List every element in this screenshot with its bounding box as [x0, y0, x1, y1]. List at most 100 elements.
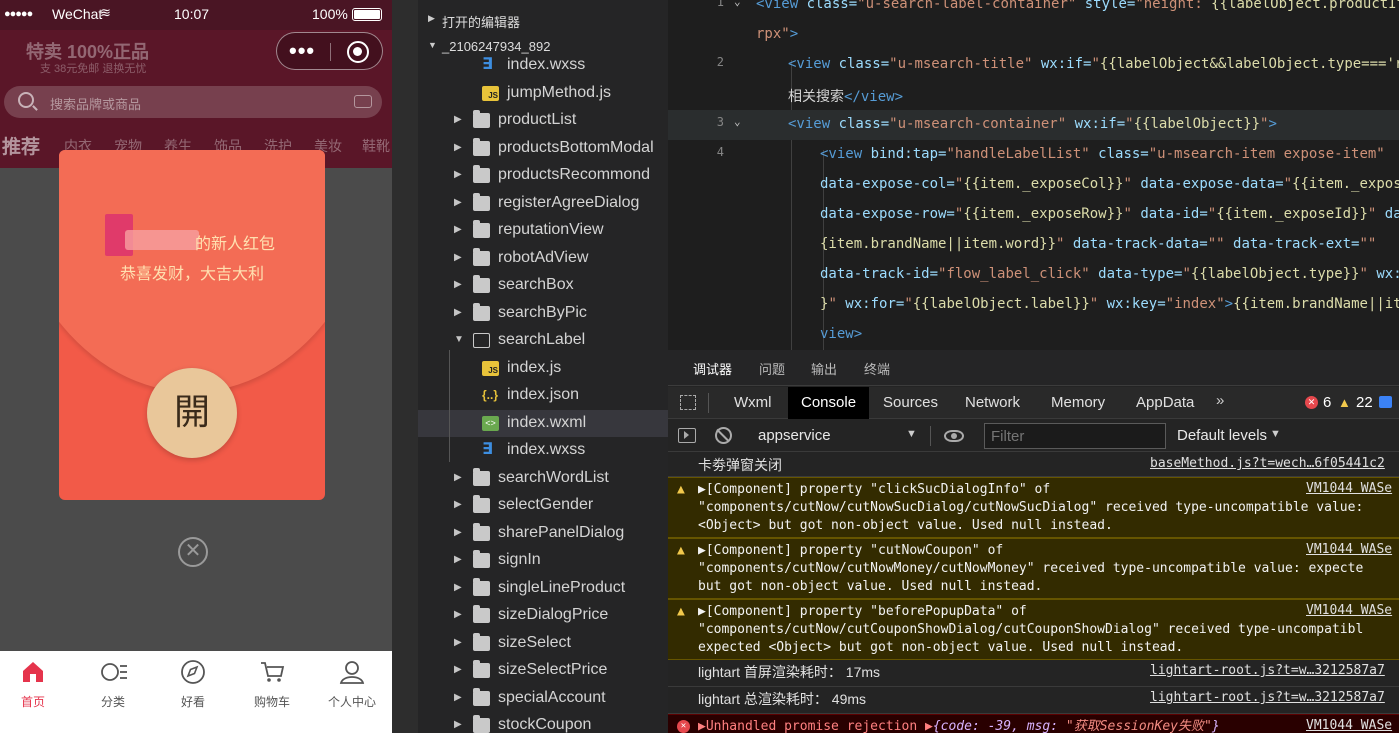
tree-folder[interactable]: ▶ sizeSelectPrice	[418, 657, 668, 685]
error-count[interactable]: 6	[1323, 394, 1331, 411]
camera-icon[interactable]	[354, 95, 372, 108]
console-message-warn[interactable]: ▲ ▶[Component] property "clickSucDialogIn…	[668, 477, 1399, 538]
tree-folder[interactable]: ▶ productsBottomModal	[418, 135, 668, 163]
tree-folder[interactable]: ▶ registerAgreeDialog	[418, 190, 668, 218]
miniprogram-capsule: •••	[276, 32, 383, 70]
code-line[interactable]: data-track-id="flow_label_click" data-ty…	[668, 260, 1399, 290]
source-link[interactable]: VM1044 WASe	[1306, 718, 1392, 733]
console-message-error[interactable]: ✕ ▶Unhandled promise rejection ▶{code: -3…	[668, 714, 1399, 733]
tree-folder[interactable]: ▼ searchLabel	[418, 327, 668, 355]
tab-console[interactable]: Console	[788, 387, 870, 419]
tab-memory[interactable]: Memory	[1038, 387, 1118, 419]
source-link[interactable]: VM1044 WASe	[1306, 481, 1392, 496]
tree-file[interactable]: {..} index.json	[418, 382, 668, 410]
tree-folder[interactable]: ▶ productsRecommond	[418, 162, 668, 190]
log-levels-dropdown[interactable]: Default levels	[1177, 427, 1267, 444]
tab-sources[interactable]: Sources	[870, 387, 951, 419]
source-link[interactable]: VM1044 WASe	[1306, 542, 1392, 557]
tree-folder[interactable]: ▶ productList	[418, 107, 668, 135]
tree-folder[interactable]: ▶ searchWordList	[418, 465, 668, 493]
tab-home[interactable]: 首页	[0, 659, 72, 719]
code-token: class=	[806, 0, 858, 12]
warning-count[interactable]: 22	[1356, 394, 1373, 411]
tree-folder[interactable]: ▶ sizeDialogPrice	[418, 602, 668, 630]
tree-folder[interactable]: ▶ selectGender	[418, 492, 668, 520]
tree-folder[interactable]: ▶ singleLineProduct	[418, 575, 668, 603]
source-link[interactable]: lightart-root.js?t=w…3212587a7	[1150, 690, 1385, 705]
tab-terminal[interactable]: 终端	[864, 359, 890, 378]
code-line[interactable]: view>	[668, 320, 1399, 350]
tree-folder[interactable]: ▶ searchByPic	[418, 300, 668, 328]
tab-cart[interactable]: 购物车	[233, 659, 311, 719]
source-link[interactable]: baseMethod.js?t=wech…6f05441c2	[1150, 456, 1385, 471]
code-line[interactable]: rpx">	[668, 20, 1399, 50]
filter-input[interactable]	[984, 423, 1166, 449]
tab-problems[interactable]: 问题	[759, 359, 785, 378]
chevron-down-icon[interactable]: ▼	[1270, 428, 1281, 440]
fold-chevron-icon[interactable]: ⌄	[734, 0, 741, 8]
tree-folder[interactable]: ▶ robotAdView	[418, 245, 668, 273]
code-line[interactable]: }" wx:for="{{labelObject.label}}" wx:key…	[668, 290, 1399, 320]
search-bar[interactable]: 搜索品牌或商品	[4, 86, 382, 118]
console-message-log[interactable]: lightart 总渲染耗时： 49ms lightart-root.js?t=w…	[668, 687, 1399, 714]
category-tab[interactable]: 推荐	[2, 132, 40, 159]
tab-category[interactable]: 分类	[74, 659, 152, 719]
info-count-icon[interactable]	[1379, 396, 1392, 408]
more-menu-button[interactable]: •••	[289, 38, 315, 64]
chevron-down-icon[interactable]: ▼	[906, 428, 917, 440]
console-message-log[interactable]: lightart 首屏渲染耗时： 17ms lightart-root.js?t=…	[668, 660, 1399, 687]
chevron-down-icon: ▼	[454, 334, 464, 345]
console-message-log[interactable]: 卡劵弹窗关闭 baseMethod.js?t=wech…6f05441c2	[668, 453, 1399, 477]
tree-item-label: reputationView	[498, 221, 604, 238]
code-line[interactable]: {item.brandName||item.word}}" data-track…	[668, 230, 1399, 260]
show-sidebar-icon[interactable]	[678, 428, 696, 443]
tree-folder[interactable]: ▶ stockCoupon	[418, 712, 668, 733]
close-modal-button[interactable]: ✕	[178, 537, 208, 567]
inspect-element-icon[interactable]	[680, 395, 696, 410]
code-line[interactable]: 3 ⌄ <view class="u-msearch-container" wx:i…	[668, 110, 1399, 140]
code-editor[interactable]: 1 ⌄ <view class="u-search-label-container"…	[668, 0, 1399, 350]
tree-file[interactable]: JS index.js	[418, 355, 668, 383]
console-message-warn[interactable]: ▲ ▶[Component] property "cutNowCoupon" of…	[668, 538, 1399, 599]
tab-output[interactable]: 输出	[811, 359, 837, 378]
open-editors-section[interactable]: ▶ 打开的编辑器	[418, 6, 668, 34]
code-line[interactable]: 2 <view class="u-msearch-title" wx:if="{{…	[668, 50, 1399, 80]
tree-file[interactable]: ∃ index.wxss	[418, 52, 668, 80]
live-expression-icon[interactable]	[944, 430, 964, 442]
message-text: 卡劵弹窗关闭	[698, 457, 782, 473]
clear-console-icon[interactable]	[715, 427, 732, 444]
more-tabs-icon[interactable]: »	[1216, 392, 1224, 409]
fold-chevron-icon[interactable]: ⌄	[734, 115, 741, 128]
tab-appdata[interactable]: AppData	[1123, 387, 1207, 419]
console-message-warn[interactable]: ▲ ▶[Component] property "beforePopupData"…	[668, 599, 1399, 660]
panel-divider[interactable]	[392, 0, 418, 733]
tab-discover[interactable]: 好看	[154, 659, 232, 719]
tree-folder[interactable]: ▶ specialAccount	[418, 685, 668, 713]
tab-network[interactable]: Network	[952, 387, 1033, 419]
tree-folder[interactable]: ▶ sizeSelect	[418, 630, 668, 658]
tab-debugger[interactable]: 调试器	[693, 359, 733, 389]
open-red-packet-button[interactable]: 開	[147, 368, 237, 458]
tree-file[interactable]: <> index.wxml	[418, 409, 668, 437]
tree-file[interactable]: JS jumpMethod.js	[418, 80, 668, 108]
tree-folder[interactable]: ▶ sharePanelDialog	[418, 520, 668, 548]
console-messages: 卡劵弹窗关闭 baseMethod.js?t=wech…6f05441c2 ▲ ▶[C…	[668, 453, 1399, 733]
status-bar: ●●●●● WeChat ≋ 10:07 100%	[0, 0, 392, 30]
tab-wxml[interactable]: Wxml	[721, 387, 785, 419]
tree-folder[interactable]: ▶ searchBox	[418, 272, 668, 300]
code-line[interactable]: data-expose-row="{{item._exposeRow}}" da…	[668, 200, 1399, 230]
close-miniprogram-button[interactable]	[347, 41, 369, 63]
code-line[interactable]: 相关搜索</view>	[668, 80, 1399, 110]
tree-folder[interactable]: ▶ signIn	[418, 547, 668, 575]
tree-file[interactable]: ∃ index.wxss	[418, 437, 668, 465]
tree-folder[interactable]: ▶ reputationView	[418, 217, 668, 245]
code-line[interactable]: 4 <view bind:tap="handleLabelList" class=…	[668, 140, 1399, 170]
folder-icon	[473, 715, 490, 733]
source-link[interactable]: lightart-root.js?t=w…3212587a7	[1150, 663, 1385, 678]
category-tab[interactable]: 鞋靴	[362, 136, 390, 156]
tab-profile[interactable]: 个人中心	[313, 659, 391, 719]
code-line[interactable]: data-expose-col="{{item._exposeCol}}" da…	[668, 170, 1399, 200]
code-line[interactable]: 1 ⌄ <view class="u-search-label-container"…	[668, 0, 1399, 20]
source-link[interactable]: VM1044 WASe	[1306, 603, 1392, 618]
context-selector[interactable]: appservice	[758, 427, 831, 444]
